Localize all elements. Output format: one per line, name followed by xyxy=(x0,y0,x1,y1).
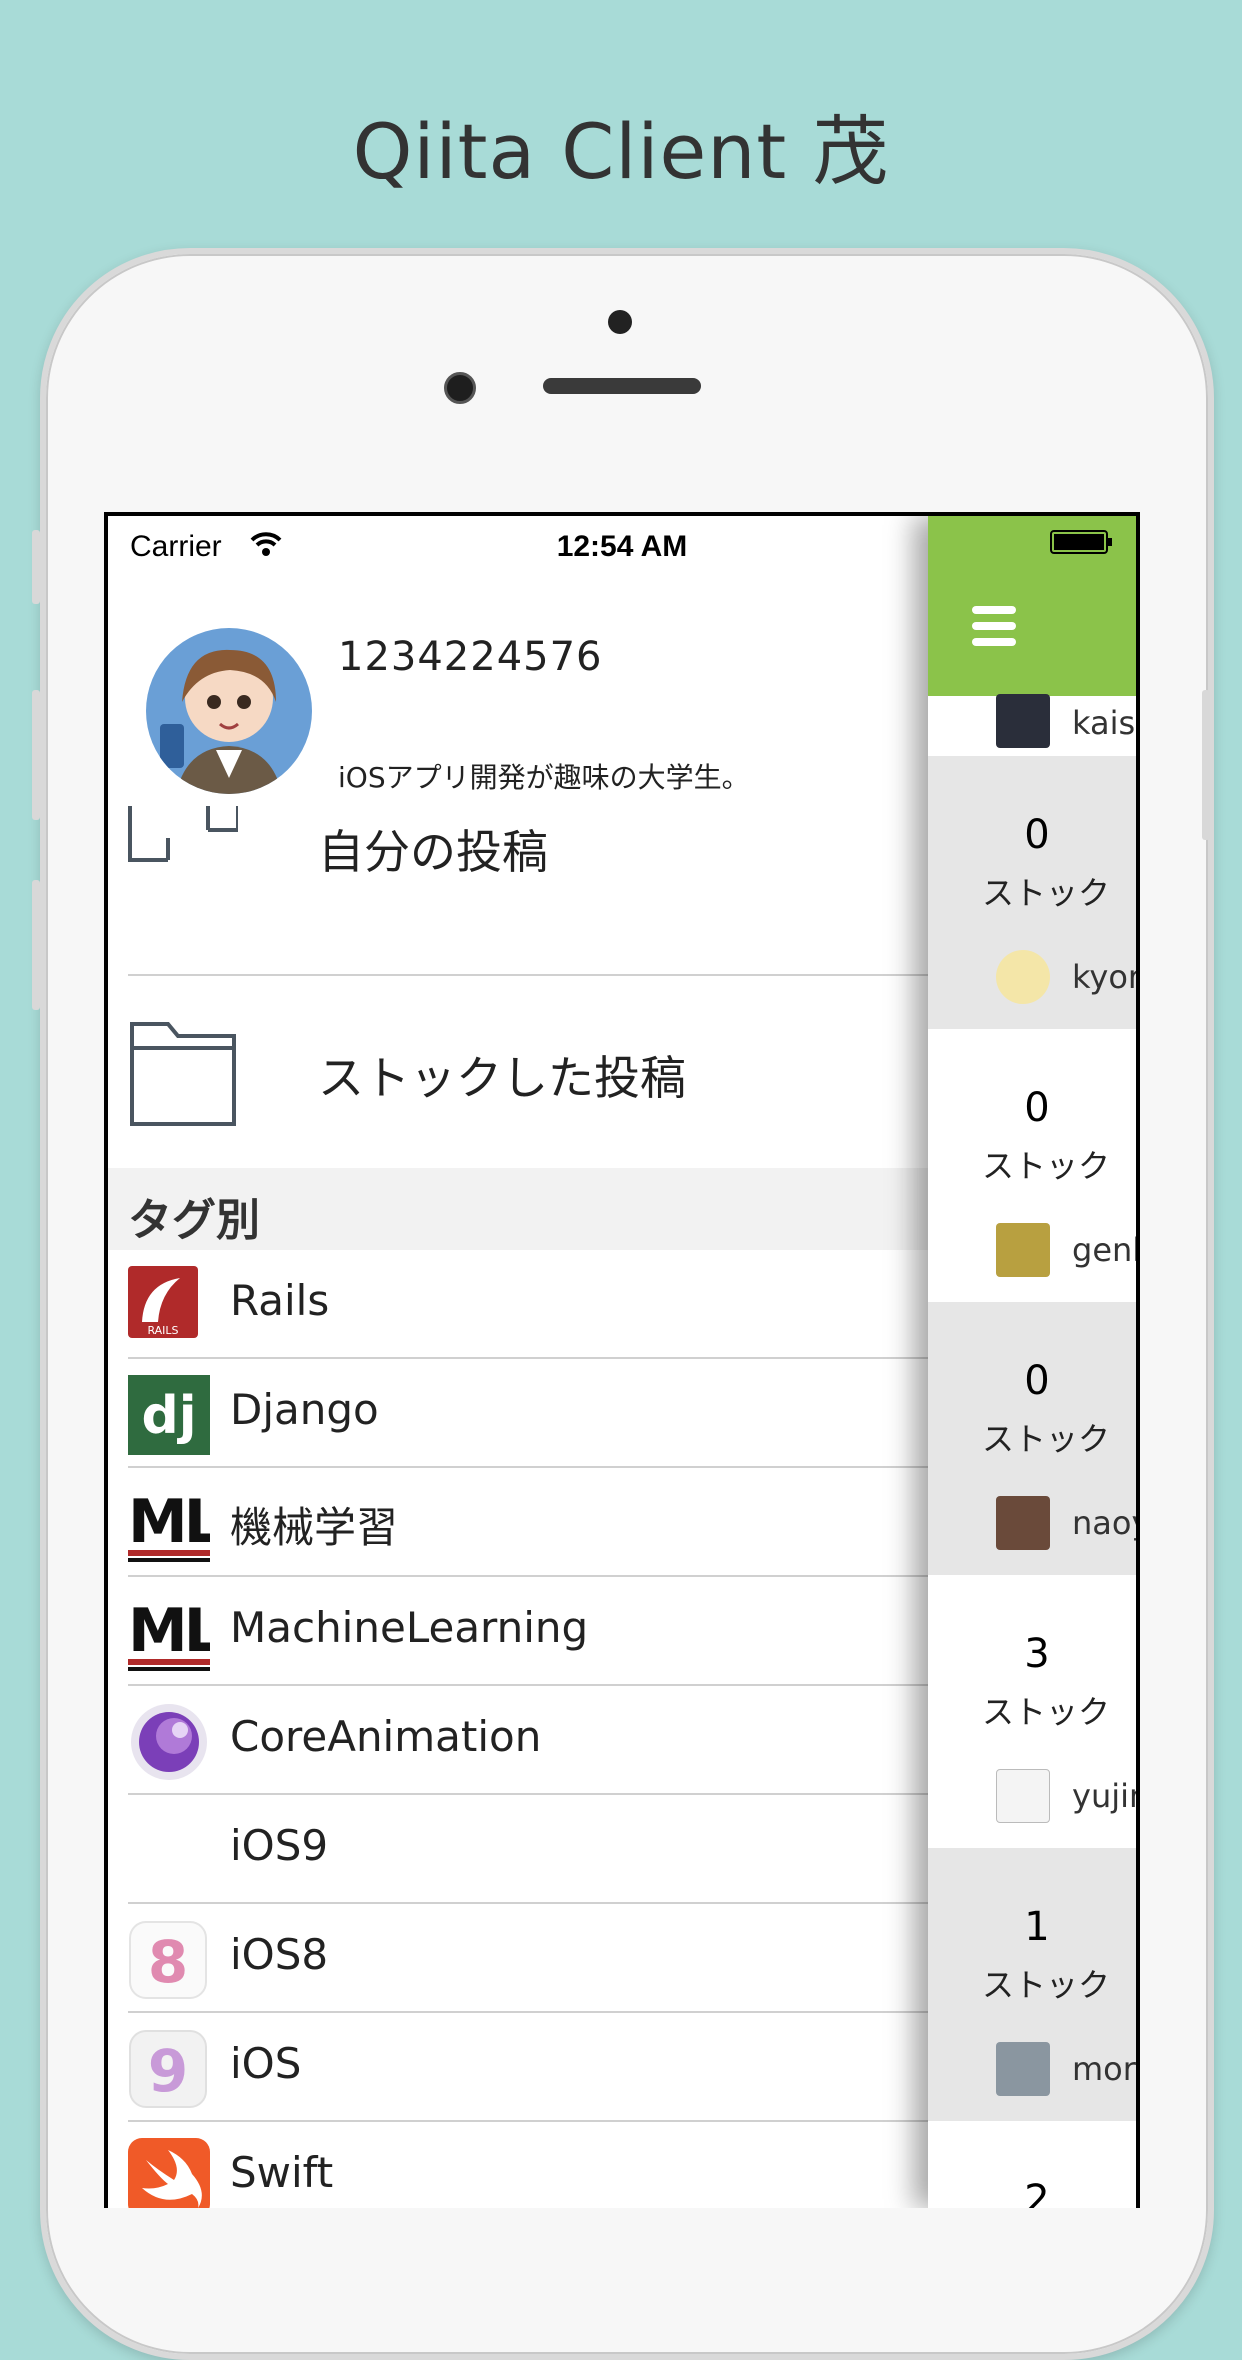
feed-username: yujin xyxy=(1072,1777,1136,1815)
svg-text:9: 9 xyxy=(148,2037,188,2105)
feed-item[interactable]: 2 xyxy=(928,2121,1136,2208)
avatar xyxy=(996,2042,1050,2096)
svg-text:dj: dj xyxy=(141,1386,196,1446)
phone-volume-up xyxy=(32,690,40,820)
feed-item[interactable]: 0 ストック kyor xyxy=(928,756,1136,1029)
tag-item-ios9[interactable]: iOS9 xyxy=(108,1795,928,1904)
tag-label: CoreAnimation xyxy=(230,1712,542,1761)
stock-count: 0 xyxy=(1024,812,1050,858)
avatar xyxy=(996,694,1050,748)
stock-count: 0 xyxy=(1024,1085,1050,1131)
profile-name: 1234224576 xyxy=(338,634,603,680)
stock-label: ストック xyxy=(982,1693,1111,1731)
menu-icon[interactable] xyxy=(972,606,1016,654)
phone-volume-down xyxy=(32,880,40,1010)
folder-icon xyxy=(128,1016,240,1132)
phone-power-button xyxy=(1202,690,1210,840)
nav-bar xyxy=(928,516,1136,696)
ml-icon: ML xyxy=(128,1593,225,1671)
feed-item[interactable]: 0 ストック genl xyxy=(928,1029,1136,1302)
tag-label: Swift xyxy=(230,2148,334,2197)
headline: Qiita Client 茂 xyxy=(352,107,890,196)
feed-item[interactable]: 1 ストック mor xyxy=(928,1848,1136,2121)
tag-item-machinelearning[interactable]: ML MachineLearning xyxy=(108,1577,928,1686)
stock-label: ストック xyxy=(982,1420,1111,1458)
ml-icon: ML xyxy=(128,1484,225,1562)
stock-label: ストック xyxy=(982,1966,1111,2004)
phone-screen: Carrier 12:54 AM 1234224576 iOSアプリ開発が趣味の… xyxy=(104,512,1140,2208)
battery-icon xyxy=(1050,530,1112,554)
tag-item-rails[interactable]: RAILS Rails xyxy=(108,1250,928,1359)
swift-icon xyxy=(128,2138,210,2208)
tags-section-header: タグ別 xyxy=(108,1168,928,1250)
avatar xyxy=(996,1223,1050,1277)
stock-count: 2 xyxy=(1024,2177,1050,2208)
avatar xyxy=(996,1496,1050,1550)
ios8-icon: 8 xyxy=(128,1920,210,1999)
tag-item-ios[interactable]: 9 iOS xyxy=(108,2013,928,2122)
tag-item-ios8[interactable]: 8 iOS8 xyxy=(108,1904,928,2013)
tag-label: 機械学習 xyxy=(230,1503,399,1552)
tag-label: iOS8 xyxy=(230,1930,329,1979)
stock-count: 0 xyxy=(1024,1358,1050,1404)
menu-label: ストックした投稿 xyxy=(318,1051,686,1105)
feed-username: kais xyxy=(1072,704,1136,742)
ios9-icon: 9 xyxy=(128,2029,210,2108)
phone-mute-switch xyxy=(32,530,40,604)
avatar xyxy=(996,950,1050,1004)
menu-label: 自分の投稿 xyxy=(318,825,548,879)
stock-label: ストック xyxy=(982,1147,1111,1185)
stock-label: ストック xyxy=(982,874,1111,912)
menu-item-my-posts[interactable]: 自分の投稿 xyxy=(108,806,928,946)
front-camera xyxy=(444,372,476,404)
document-icon xyxy=(128,806,240,874)
django-icon: dj xyxy=(128,1375,210,1455)
proximity-sensor xyxy=(608,310,632,334)
svg-text:RAILS: RAILS xyxy=(147,1324,178,1337)
avatar xyxy=(996,1769,1050,1823)
feed-username: mor xyxy=(1072,2050,1136,2088)
tag-item-coreanimation[interactable]: CoreAnimation xyxy=(108,1686,928,1795)
tag-label: MachineLearning xyxy=(230,1603,589,1652)
profile-avatar[interactable] xyxy=(146,628,312,794)
feed-username: kyor xyxy=(1072,958,1136,996)
tag-label: Rails xyxy=(230,1276,330,1325)
main-content-panel: kais 0 ストック kyor 0 ストック genl 0 ストック naoy… xyxy=(928,516,1136,2208)
feed-item[interactable]: 0 ストック naoy xyxy=(928,1302,1136,1575)
stock-count: 3 xyxy=(1024,1631,1050,1677)
feed-user-row[interactable]: kais xyxy=(928,694,1136,756)
earpiece-speaker xyxy=(543,378,701,394)
feed-username: genl xyxy=(1072,1231,1136,1269)
svg-text:ML: ML xyxy=(128,1487,210,1557)
tag-item-swift[interactable]: Swift xyxy=(108,2122,928,2208)
coreanimation-icon xyxy=(128,1702,210,1780)
svg-text:8: 8 xyxy=(148,1928,188,1996)
menu-item-stocked-posts[interactable]: ストックした投稿 xyxy=(108,976,928,1166)
feed-item[interactable]: 3 ストック yujin xyxy=(928,1575,1136,1848)
section-title: タグ別 xyxy=(128,1195,260,1246)
stock-count: 1 xyxy=(1024,1904,1050,1950)
feed-username: naoy xyxy=(1072,1504,1136,1542)
profile-bio: iOSアプリ開発が趣味の大学生。 xyxy=(338,761,750,794)
side-drawer: Carrier 12:54 AM 1234224576 iOSアプリ開発が趣味の… xyxy=(108,516,928,2208)
tag-label: Django xyxy=(230,1385,379,1434)
app-screen: Carrier 12:54 AM 1234224576 iOSアプリ開発が趣味の… xyxy=(108,516,1136,2208)
tag-item-ml-ja[interactable]: ML 機械学習 xyxy=(108,1468,928,1577)
tag-label: iOS9 xyxy=(230,1821,329,1870)
tag-item-django[interactable]: dj Django xyxy=(108,1359,928,1468)
rails-icon: RAILS xyxy=(128,1266,210,1338)
svg-text:ML: ML xyxy=(128,1596,210,1666)
tag-label: iOS xyxy=(230,2039,302,2088)
